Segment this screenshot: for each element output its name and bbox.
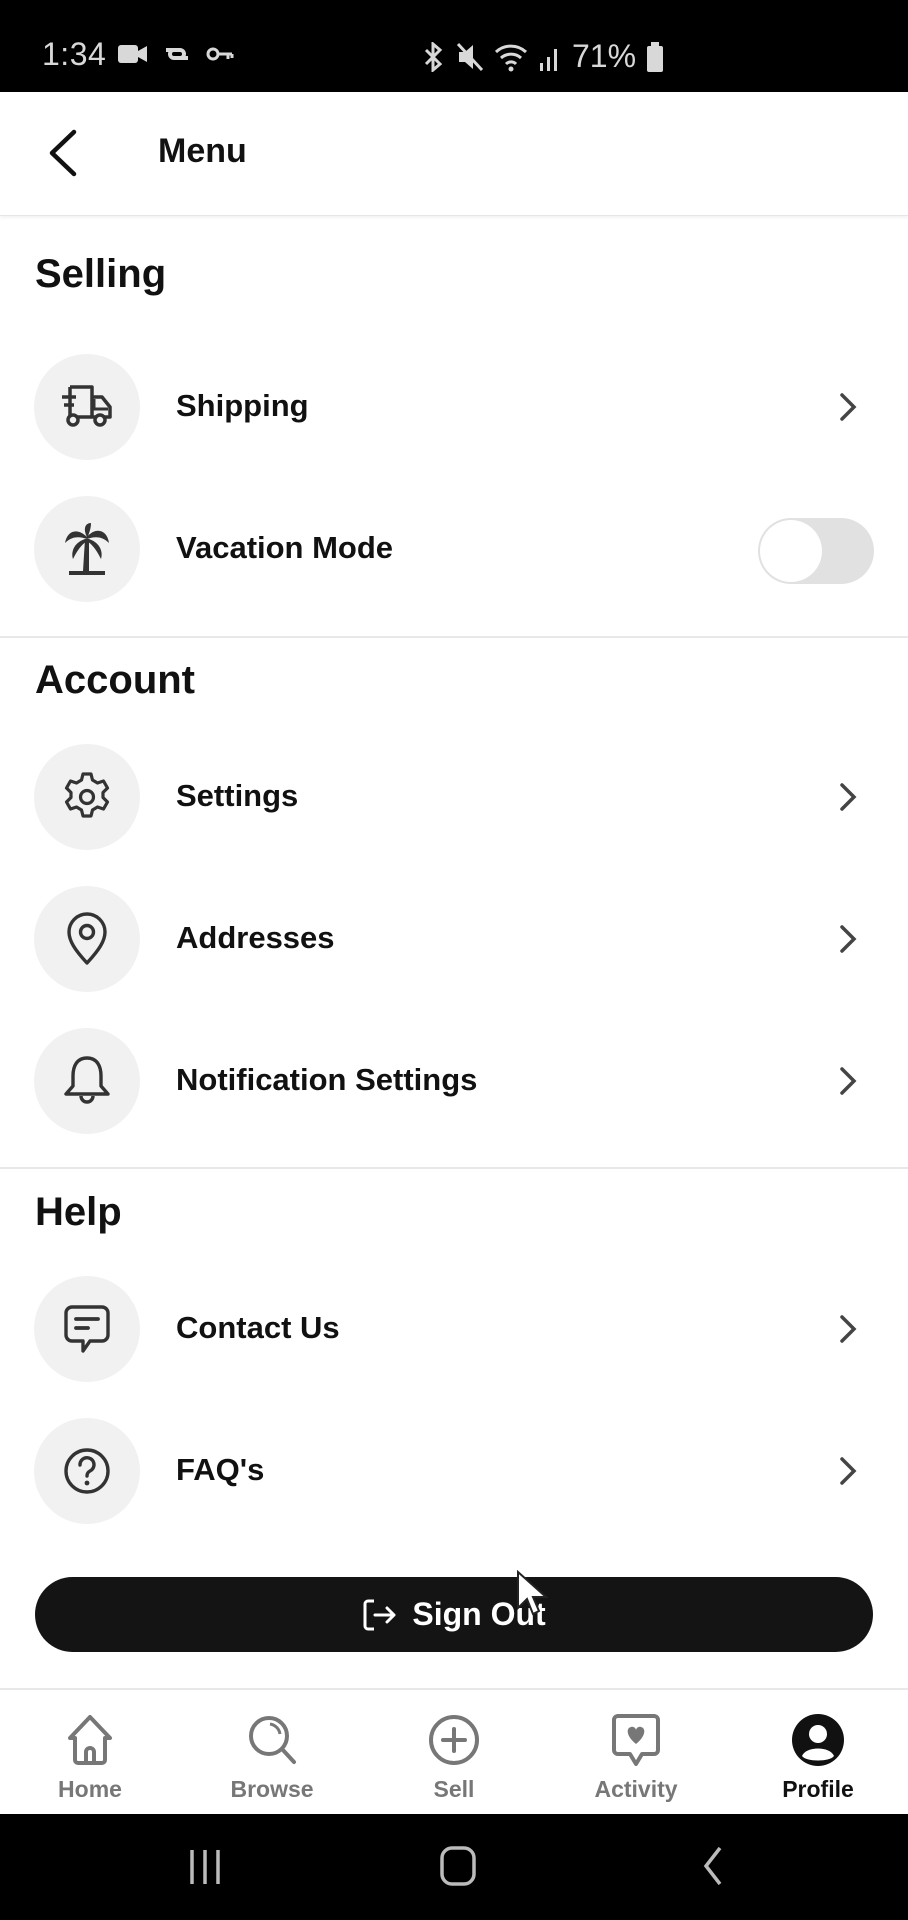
menu-item-label: Vacation Mode bbox=[176, 530, 394, 565]
chevron-right-icon bbox=[840, 393, 857, 421]
tab-label: Home bbox=[58, 1776, 122, 1802]
bottom-tab-bar: Home Browse Sell Activity Profile bbox=[0, 1688, 908, 1814]
chevron-right-icon bbox=[840, 925, 857, 953]
bell-icon bbox=[64, 1056, 110, 1104]
tab-profile[interactable]: Profile bbox=[758, 1690, 878, 1816]
tab-label: Browse bbox=[230, 1776, 314, 1802]
home-icon bbox=[68, 1715, 112, 1765]
vacation-mode-toggle[interactable] bbox=[758, 518, 874, 584]
profile-icon bbox=[792, 1714, 844, 1766]
section-title-account: Account bbox=[35, 658, 195, 702]
menu-item-addresses[interactable]: Addresses bbox=[0, 884, 908, 994]
home-button-icon[interactable] bbox=[434, 1844, 484, 1890]
search-icon bbox=[249, 1716, 296, 1764]
video-call-icon bbox=[118, 45, 147, 63]
menu-item-label: Notification Settings bbox=[176, 1062, 478, 1097]
tab-home[interactable]: Home bbox=[30, 1690, 150, 1816]
page-title: Menu bbox=[158, 132, 247, 170]
heart-chat-icon bbox=[612, 1714, 660, 1766]
status-bar: 1:34 71% bbox=[0, 0, 908, 92]
chat-icon bbox=[64, 1305, 110, 1353]
status-time: 1:34 bbox=[42, 36, 107, 72]
bluetooth-icon bbox=[424, 41, 443, 72]
chevron-right-icon bbox=[840, 1067, 857, 1095]
system-nav-bar bbox=[0, 1814, 908, 1920]
truck-icon bbox=[62, 385, 112, 427]
tab-activity[interactable]: Activity bbox=[576, 1690, 696, 1816]
menu-item-shipping[interactable]: Shipping bbox=[0, 352, 908, 462]
chevron-left-icon[interactable] bbox=[40, 128, 90, 178]
wifi-icon bbox=[494, 44, 528, 71]
app-header: Menu bbox=[0, 92, 908, 216]
tab-browse[interactable]: Browse bbox=[212, 1690, 332, 1816]
plus-circle-icon bbox=[429, 1715, 479, 1765]
menu-item-label: Contact Us bbox=[176, 1310, 340, 1345]
menu-item-label: Settings bbox=[176, 778, 299, 813]
menu-item-label: Addresses bbox=[176, 920, 335, 955]
chevron-right-icon bbox=[840, 783, 857, 811]
vpn-key-icon bbox=[206, 47, 234, 61]
tab-label: Sell bbox=[433, 1776, 475, 1802]
sign-out-button[interactable]: Sign Out bbox=[35, 1577, 873, 1652]
sign-out-icon bbox=[363, 1599, 396, 1630]
signal-icon bbox=[540, 48, 557, 71]
battery-icon bbox=[647, 41, 664, 72]
chevron-right-icon bbox=[840, 1315, 857, 1343]
gear-icon bbox=[64, 772, 110, 818]
tab-sell[interactable]: Sell bbox=[394, 1690, 514, 1816]
toggle-knob bbox=[760, 520, 822, 582]
section-title-selling: Selling bbox=[35, 252, 167, 296]
back-button-icon[interactable] bbox=[690, 1844, 740, 1890]
menu-item-label: Shipping bbox=[176, 388, 309, 423]
menu-item-settings[interactable]: Settings bbox=[0, 742, 908, 852]
section-title-help: Help bbox=[35, 1190, 122, 1234]
tab-label: Activity bbox=[594, 1776, 678, 1802]
location-pin-icon bbox=[67, 912, 107, 965]
tab-label: Profile bbox=[782, 1776, 854, 1802]
battery-level: 71% bbox=[572, 38, 637, 74]
menu-item-notification-settings[interactable]: Notification Settings bbox=[0, 1026, 908, 1136]
chevron-right-icon bbox=[840, 1457, 857, 1485]
menu-item-faqs[interactable]: FAQ's bbox=[0, 1416, 908, 1526]
mouse-cursor-icon bbox=[517, 1570, 549, 1616]
menu-item-label: FAQ's bbox=[176, 1452, 265, 1487]
menu-item-vacation-mode: Vacation Mode bbox=[0, 494, 908, 604]
recent-apps-icon[interactable] bbox=[180, 1844, 230, 1890]
question-circle-icon bbox=[64, 1448, 110, 1494]
menu-item-contact-us[interactable]: Contact Us bbox=[0, 1274, 908, 1384]
section-divider bbox=[0, 1167, 908, 1169]
mute-icon bbox=[456, 42, 484, 71]
link-icon bbox=[166, 48, 188, 60]
section-divider bbox=[0, 636, 908, 638]
palm-tree-icon bbox=[65, 523, 109, 575]
